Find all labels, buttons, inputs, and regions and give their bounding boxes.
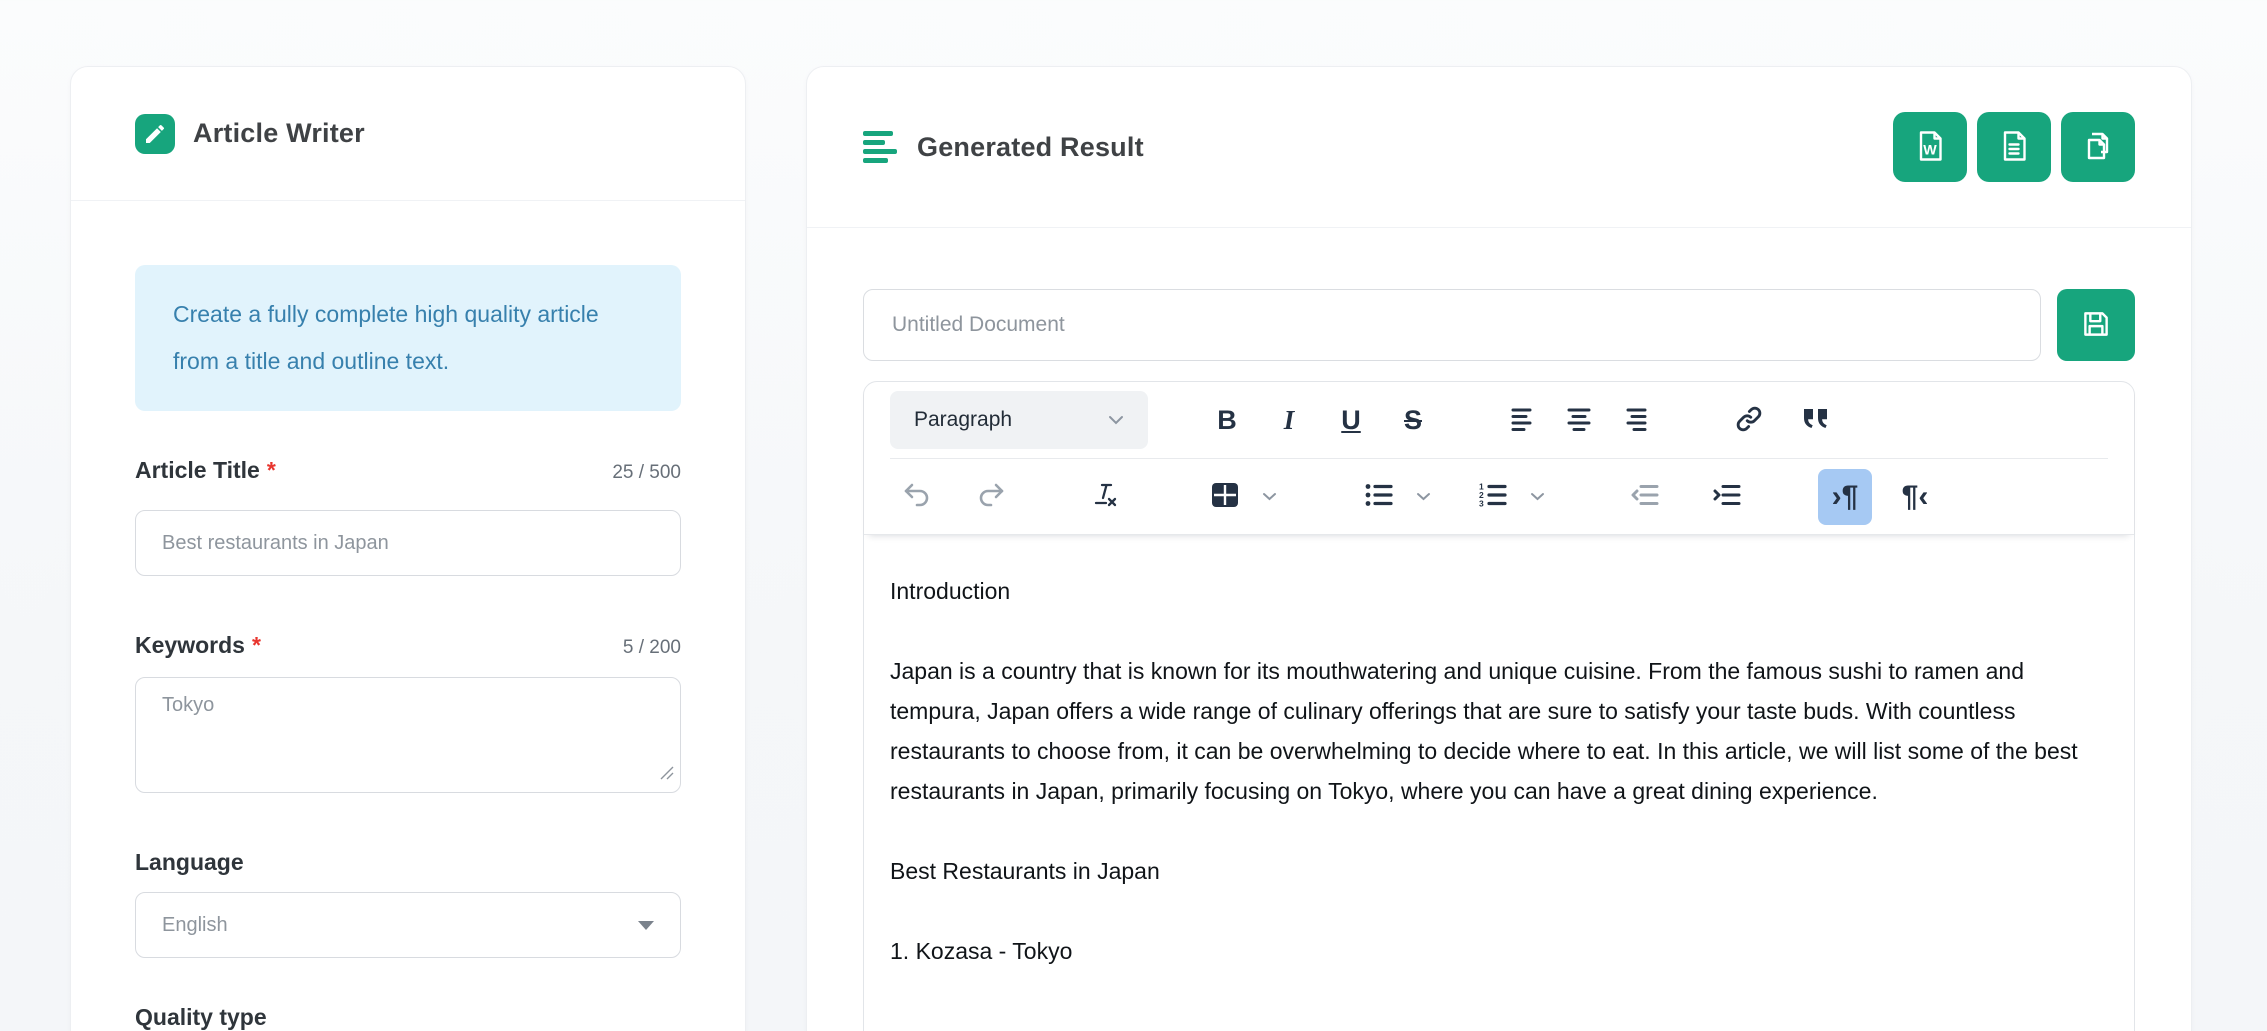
- bullet-list-icon: [1365, 483, 1393, 510]
- rtl-paragraph-icon: ¶‹: [1902, 482, 1929, 512]
- outdent-icon: [1631, 483, 1659, 510]
- ltr-paragraph-icon: ›¶: [1832, 482, 1859, 512]
- language-select-value: English: [162, 914, 228, 937]
- insert-link-button[interactable]: [1722, 392, 1776, 448]
- ltr-direction-button[interactable]: ›¶: [1818, 469, 1872, 525]
- undo-icon: [902, 482, 932, 511]
- bold-button[interactable]: B: [1200, 392, 1254, 448]
- language-label: Language: [135, 849, 244, 876]
- chevron-down-icon: [1530, 489, 1545, 504]
- generated-result-header: Generated Result W: [807, 67, 2191, 228]
- text-document-icon: [1996, 128, 2032, 167]
- required-asterisk: *: [252, 632, 261, 658]
- article-writer-header: Article Writer: [71, 67, 745, 201]
- quality-type-label: Quality type: [135, 1004, 267, 1031]
- redo-icon: [976, 482, 1006, 511]
- keywords-label: Keywords*: [135, 632, 261, 659]
- rich-text-editor: Paragraph B I U S: [863, 381, 2135, 1031]
- insert-table-button[interactable]: [1198, 469, 1252, 525]
- indent-button[interactable]: [1700, 469, 1754, 525]
- numbered-list-button[interactable]: 123: [1466, 469, 1520, 525]
- pencil-icon: [135, 114, 175, 154]
- keywords-textarea[interactable]: Tokyo: [135, 677, 681, 793]
- description-box: Create a fully complete high quality art…: [135, 265, 681, 411]
- document-paragraph: Introduction: [890, 571, 2108, 611]
- bullet-list-button[interactable]: [1352, 469, 1406, 525]
- svg-text:W: W: [1923, 142, 1937, 158]
- export-text-button[interactable]: [1977, 112, 2051, 182]
- document-title-input[interactable]: [863, 289, 2041, 361]
- chevron-down-icon: [1108, 413, 1124, 428]
- article-title-label: Article Title*: [135, 457, 276, 484]
- copy-button[interactable]: [2061, 112, 2135, 182]
- quote-icon: [1801, 407, 1829, 434]
- align-center-button[interactable]: [1552, 392, 1606, 448]
- chevron-down-icon: [1262, 489, 1277, 504]
- export-word-button[interactable]: W: [1893, 112, 1967, 182]
- rtl-direction-button[interactable]: ¶‹: [1888, 469, 1942, 525]
- document-paragraph: Best Restaurants in Japan: [890, 851, 2108, 891]
- align-left-icon: [1511, 407, 1539, 434]
- language-select[interactable]: English: [135, 892, 681, 958]
- underline-button[interactable]: U: [1324, 392, 1378, 448]
- panel-title: Article Writer: [193, 118, 365, 149]
- keywords-counter: 5 / 200: [623, 637, 681, 659]
- editor-toolbar: Paragraph B I U S: [864, 382, 2134, 535]
- chevron-down-icon: [1416, 489, 1431, 504]
- save-floppy-icon: [2079, 307, 2113, 344]
- document-paragraph: Japan is a country that is known for its…: [890, 651, 2108, 811]
- table-options-chevron[interactable]: [1252, 469, 1286, 525]
- document-content[interactable]: Introduction Japan is a country that is …: [864, 535, 2134, 1031]
- word-document-icon: W: [1912, 128, 1948, 167]
- generated-result-panel: Generated Result W: [806, 66, 2192, 1031]
- align-left-bars-icon: [863, 131, 899, 163]
- resize-handle-icon[interactable]: [660, 766, 674, 785]
- svg-text:3: 3: [1479, 499, 1484, 508]
- save-document-button[interactable]: [2057, 289, 2135, 361]
- indent-icon: [1713, 483, 1741, 510]
- panel-title: Generated Result: [917, 132, 1144, 163]
- numbered-list-chevron[interactable]: [1520, 469, 1554, 525]
- italic-button[interactable]: I: [1262, 392, 1316, 448]
- article-title-input[interactable]: [135, 510, 681, 576]
- numbered-list-icon: 123: [1479, 483, 1507, 510]
- link-icon: [1734, 404, 1764, 437]
- paragraph-style-dropdown[interactable]: Paragraph: [890, 391, 1148, 449]
- blockquote-button[interactable]: [1788, 392, 1842, 448]
- article-writer-panel: Article Writer Create a fully complete h…: [70, 66, 746, 1031]
- bullet-list-chevron[interactable]: [1406, 469, 1440, 525]
- table-icon: [1211, 482, 1239, 511]
- article-title-counter: 25 / 500: [612, 462, 681, 484]
- outdent-button[interactable]: [1618, 469, 1672, 525]
- clear-formatting-icon: [1091, 482, 1119, 511]
- required-asterisk: *: [267, 457, 276, 483]
- align-left-button[interactable]: [1498, 392, 1552, 448]
- strikethrough-button[interactable]: S: [1386, 392, 1440, 448]
- undo-button[interactable]: [890, 469, 944, 525]
- copy-icon: [2080, 128, 2116, 167]
- align-right-button[interactable]: [1606, 392, 1660, 448]
- document-paragraph: 1. Kozasa - Tokyo: [890, 931, 2108, 971]
- align-right-icon: [1619, 407, 1647, 434]
- align-center-icon: [1565, 407, 1593, 434]
- redo-button[interactable]: [964, 469, 1018, 525]
- chevron-down-icon: [638, 921, 654, 930]
- clear-formatting-button[interactable]: [1078, 469, 1132, 525]
